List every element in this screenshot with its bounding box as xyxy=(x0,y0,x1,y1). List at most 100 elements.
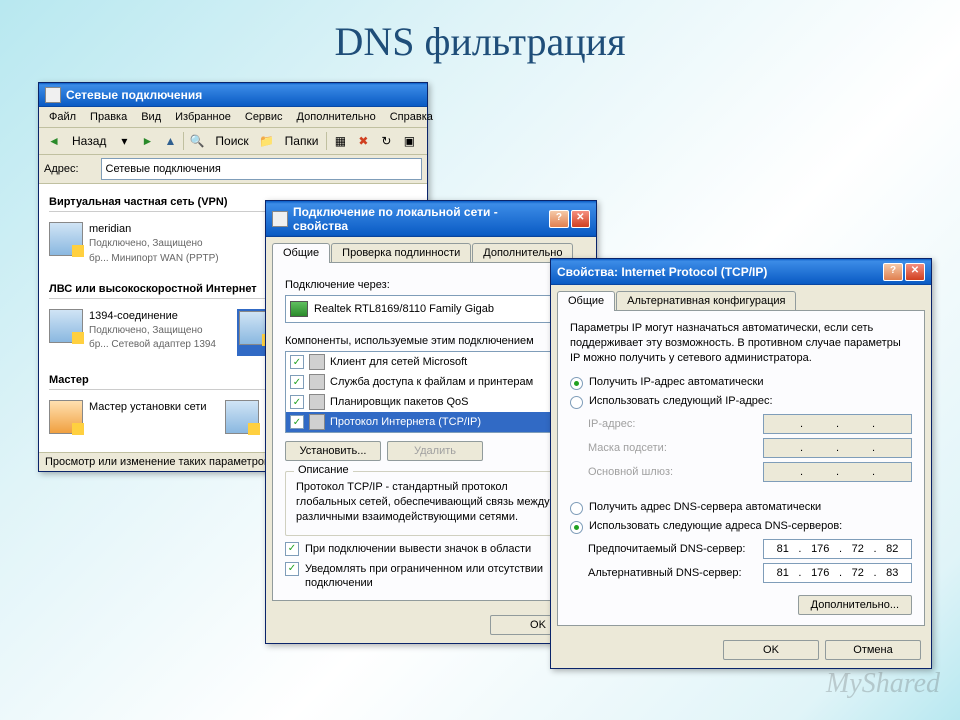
lan-props-dialog: Подключение по локальной сети - свойства… xyxy=(265,200,597,644)
back-drop-icon[interactable]: ▾ xyxy=(114,131,134,151)
wizard-icon xyxy=(49,400,83,434)
radio-ip-manual-label: Использовать следующий IP-адрес: xyxy=(589,395,773,407)
advanced-button[interactable]: Дополнительно... xyxy=(798,595,912,615)
checkbox-icon[interactable]: ✓ xyxy=(290,375,304,389)
back-label[interactable]: Назад xyxy=(67,131,111,151)
wizard-icon xyxy=(225,400,259,434)
components-list[interactable]: ✓Клиент для сетей Microsoft ✓Служба дост… xyxy=(285,351,577,433)
radio-dns-manual-label: Использовать следующие адреса DNS-сервер… xyxy=(589,520,842,532)
fwd-icon[interactable]: ► xyxy=(137,131,157,151)
dns2-label: Альтернативный DNS-сервер: xyxy=(588,567,763,579)
list-item-tcpip[interactable]: ✓Протокол Интернета (TCP/IP) xyxy=(286,412,576,432)
watermark: MyShared xyxy=(826,668,940,700)
tcpip-pane: Параметры IP могут назначаться автоматич… xyxy=(557,310,925,626)
install-button[interactable]: Установить... xyxy=(285,441,381,461)
toolbar: ◄ Назад ▾ ► ▲ 🔍 Поиск 📁 Папки ▦ ✖ ↻ ▣ xyxy=(39,128,427,155)
tab-auth[interactable]: Проверка подлинности xyxy=(331,243,471,262)
mask-input: ... xyxy=(763,438,912,458)
qos-icon xyxy=(309,394,325,410)
tab-alt[interactable]: Альтернативная конфигурация xyxy=(616,291,796,310)
up-icon[interactable]: ▲ xyxy=(160,131,180,151)
checkbox-icon[interactable]: ✓ xyxy=(290,415,304,429)
menu-tools[interactable]: Сервис xyxy=(239,109,289,125)
ip-label: IP-адрес: xyxy=(588,418,763,430)
service-icon xyxy=(309,374,325,390)
chk-notify-label: Уведомлять при ограниченном или отсутств… xyxy=(305,562,577,591)
chk-tray[interactable]: ✓ xyxy=(285,542,299,556)
checkbox-icon[interactable]: ✓ xyxy=(290,355,304,369)
network-icon xyxy=(45,87,61,103)
dns1-input[interactable]: 81.176.72.82 xyxy=(763,539,912,559)
menu-fav[interactable]: Избранное xyxy=(169,109,237,125)
wizard-setup[interactable]: Мастер установки сети xyxy=(49,400,207,434)
ip-input: ... xyxy=(763,414,912,434)
nic-dropdown[interactable]: Realtek RTL8169/8110 Family Gigab xyxy=(285,295,577,323)
folders-label[interactable]: Папки xyxy=(280,131,324,151)
tcpip-tabs: Общие Альтернативная конфигурация xyxy=(551,285,931,310)
nic-icon xyxy=(290,301,308,317)
gw-input: ... xyxy=(763,462,912,482)
help-button[interactable]: ? xyxy=(883,263,903,281)
tcpip-dialog: Свойства: Internet Protocol (TCP/IP) ? ✕… xyxy=(550,258,932,669)
radio-dns-manual[interactable] xyxy=(570,521,583,534)
tcpip-icon xyxy=(309,414,325,430)
list-item[interactable]: ✓Клиент для сетей Microsoft xyxy=(286,352,576,372)
client-icon xyxy=(309,354,325,370)
search-icon[interactable]: 🔍 xyxy=(187,131,207,151)
desc-legend: Описание xyxy=(294,464,353,476)
tcpip-titlebar[interactable]: Свойства: Internet Protocol (TCP/IP) ? ✕ xyxy=(551,259,931,285)
list-item[interactable]: ✓Планировщик пакетов QoS xyxy=(286,392,576,412)
slide-title: DNS фильтрация xyxy=(0,0,960,69)
search-label[interactable]: Поиск xyxy=(210,131,253,151)
gw-label: Основной шлюз: xyxy=(588,466,763,478)
chk-notify[interactable]: ✓ xyxy=(285,562,299,576)
dns2-input[interactable]: 81.176.72.83 xyxy=(763,563,912,583)
menubar: Файл Правка Вид Избранное Сервис Дополни… xyxy=(39,107,427,128)
tcpip-title: Свойства: Internet Protocol (TCP/IP) xyxy=(557,265,767,279)
remove-button: Удалить xyxy=(387,441,483,461)
radio-ip-auto-label: Получить IP-адрес автоматически xyxy=(589,376,763,388)
chk-tray-label: При подключении вывести значок в области xyxy=(305,542,531,556)
lan-title: Подключение по локальной сети - свойства xyxy=(293,205,547,233)
help-button[interactable]: ? xyxy=(549,210,568,228)
menu-extra[interactable]: Дополнительно xyxy=(291,109,382,125)
checkbox-icon[interactable]: ✓ xyxy=(290,395,304,409)
connect-via-label: Подключение через: xyxy=(285,279,577,291)
menu-view[interactable]: Вид xyxy=(135,109,167,125)
close-button[interactable]: ✕ xyxy=(905,263,925,281)
address-icon xyxy=(83,162,97,176)
radio-dns-auto-label: Получить адрес DNS-сервера автоматически xyxy=(589,501,821,513)
back-icon[interactable]: ◄ xyxy=(44,131,64,151)
misc-icon[interactable]: ▣ xyxy=(399,131,419,151)
desc-text: Протокол TCP/IP - стандартный протокол г… xyxy=(296,480,566,525)
radio-ip-auto[interactable] xyxy=(570,377,583,390)
cancel-button[interactable]: Отмена xyxy=(825,640,921,660)
conn-icon xyxy=(49,309,83,343)
tab-general[interactable]: Общие xyxy=(557,291,615,311)
radio-ip-manual[interactable] xyxy=(570,396,583,409)
del-icon[interactable]: ✖ xyxy=(353,131,373,151)
explorer-title: Сетевые подключения xyxy=(66,88,202,102)
refresh-icon[interactable]: ↻ xyxy=(376,131,396,151)
menu-file[interactable]: Файл xyxy=(43,109,82,125)
close-button[interactable]: ✕ xyxy=(571,210,590,228)
radio-dns-auto[interactable] xyxy=(570,502,583,515)
list-item[interactable]: ✓Служба доступа к файлам и принтерам xyxy=(286,372,576,392)
lan-tabs: Общие Проверка подлинности Дополнительно xyxy=(266,237,596,262)
mask-label: Маска подсети: xyxy=(588,442,763,454)
explorer-titlebar[interactable]: Сетевые подключения xyxy=(39,83,427,107)
tab-general[interactable]: Общие xyxy=(272,243,330,263)
address-input[interactable] xyxy=(101,158,422,180)
folders-icon[interactable]: 📁 xyxy=(257,131,277,151)
hint-text: Параметры IP могут назначаться автоматич… xyxy=(570,321,912,366)
view-icon[interactable]: ▦ xyxy=(330,131,350,151)
lan-titlebar[interactable]: Подключение по локальной сети - свойства… xyxy=(266,201,596,237)
ok-button[interactable]: OK xyxy=(723,640,819,660)
address-label: Адрес: xyxy=(44,163,79,175)
address-bar: Адрес: xyxy=(39,155,427,184)
menu-edit[interactable]: Правка xyxy=(84,109,133,125)
menu-help[interactable]: Справка xyxy=(384,109,439,125)
dns1-label: Предпочитаемый DNS-сервер: xyxy=(588,543,763,555)
conn-1394[interactable]: 1394-соединениеПодключено, Защищено бр..… xyxy=(49,309,219,356)
conn-meridian[interactable]: meridianПодключено, Защищено бр... Минип… xyxy=(49,222,219,265)
